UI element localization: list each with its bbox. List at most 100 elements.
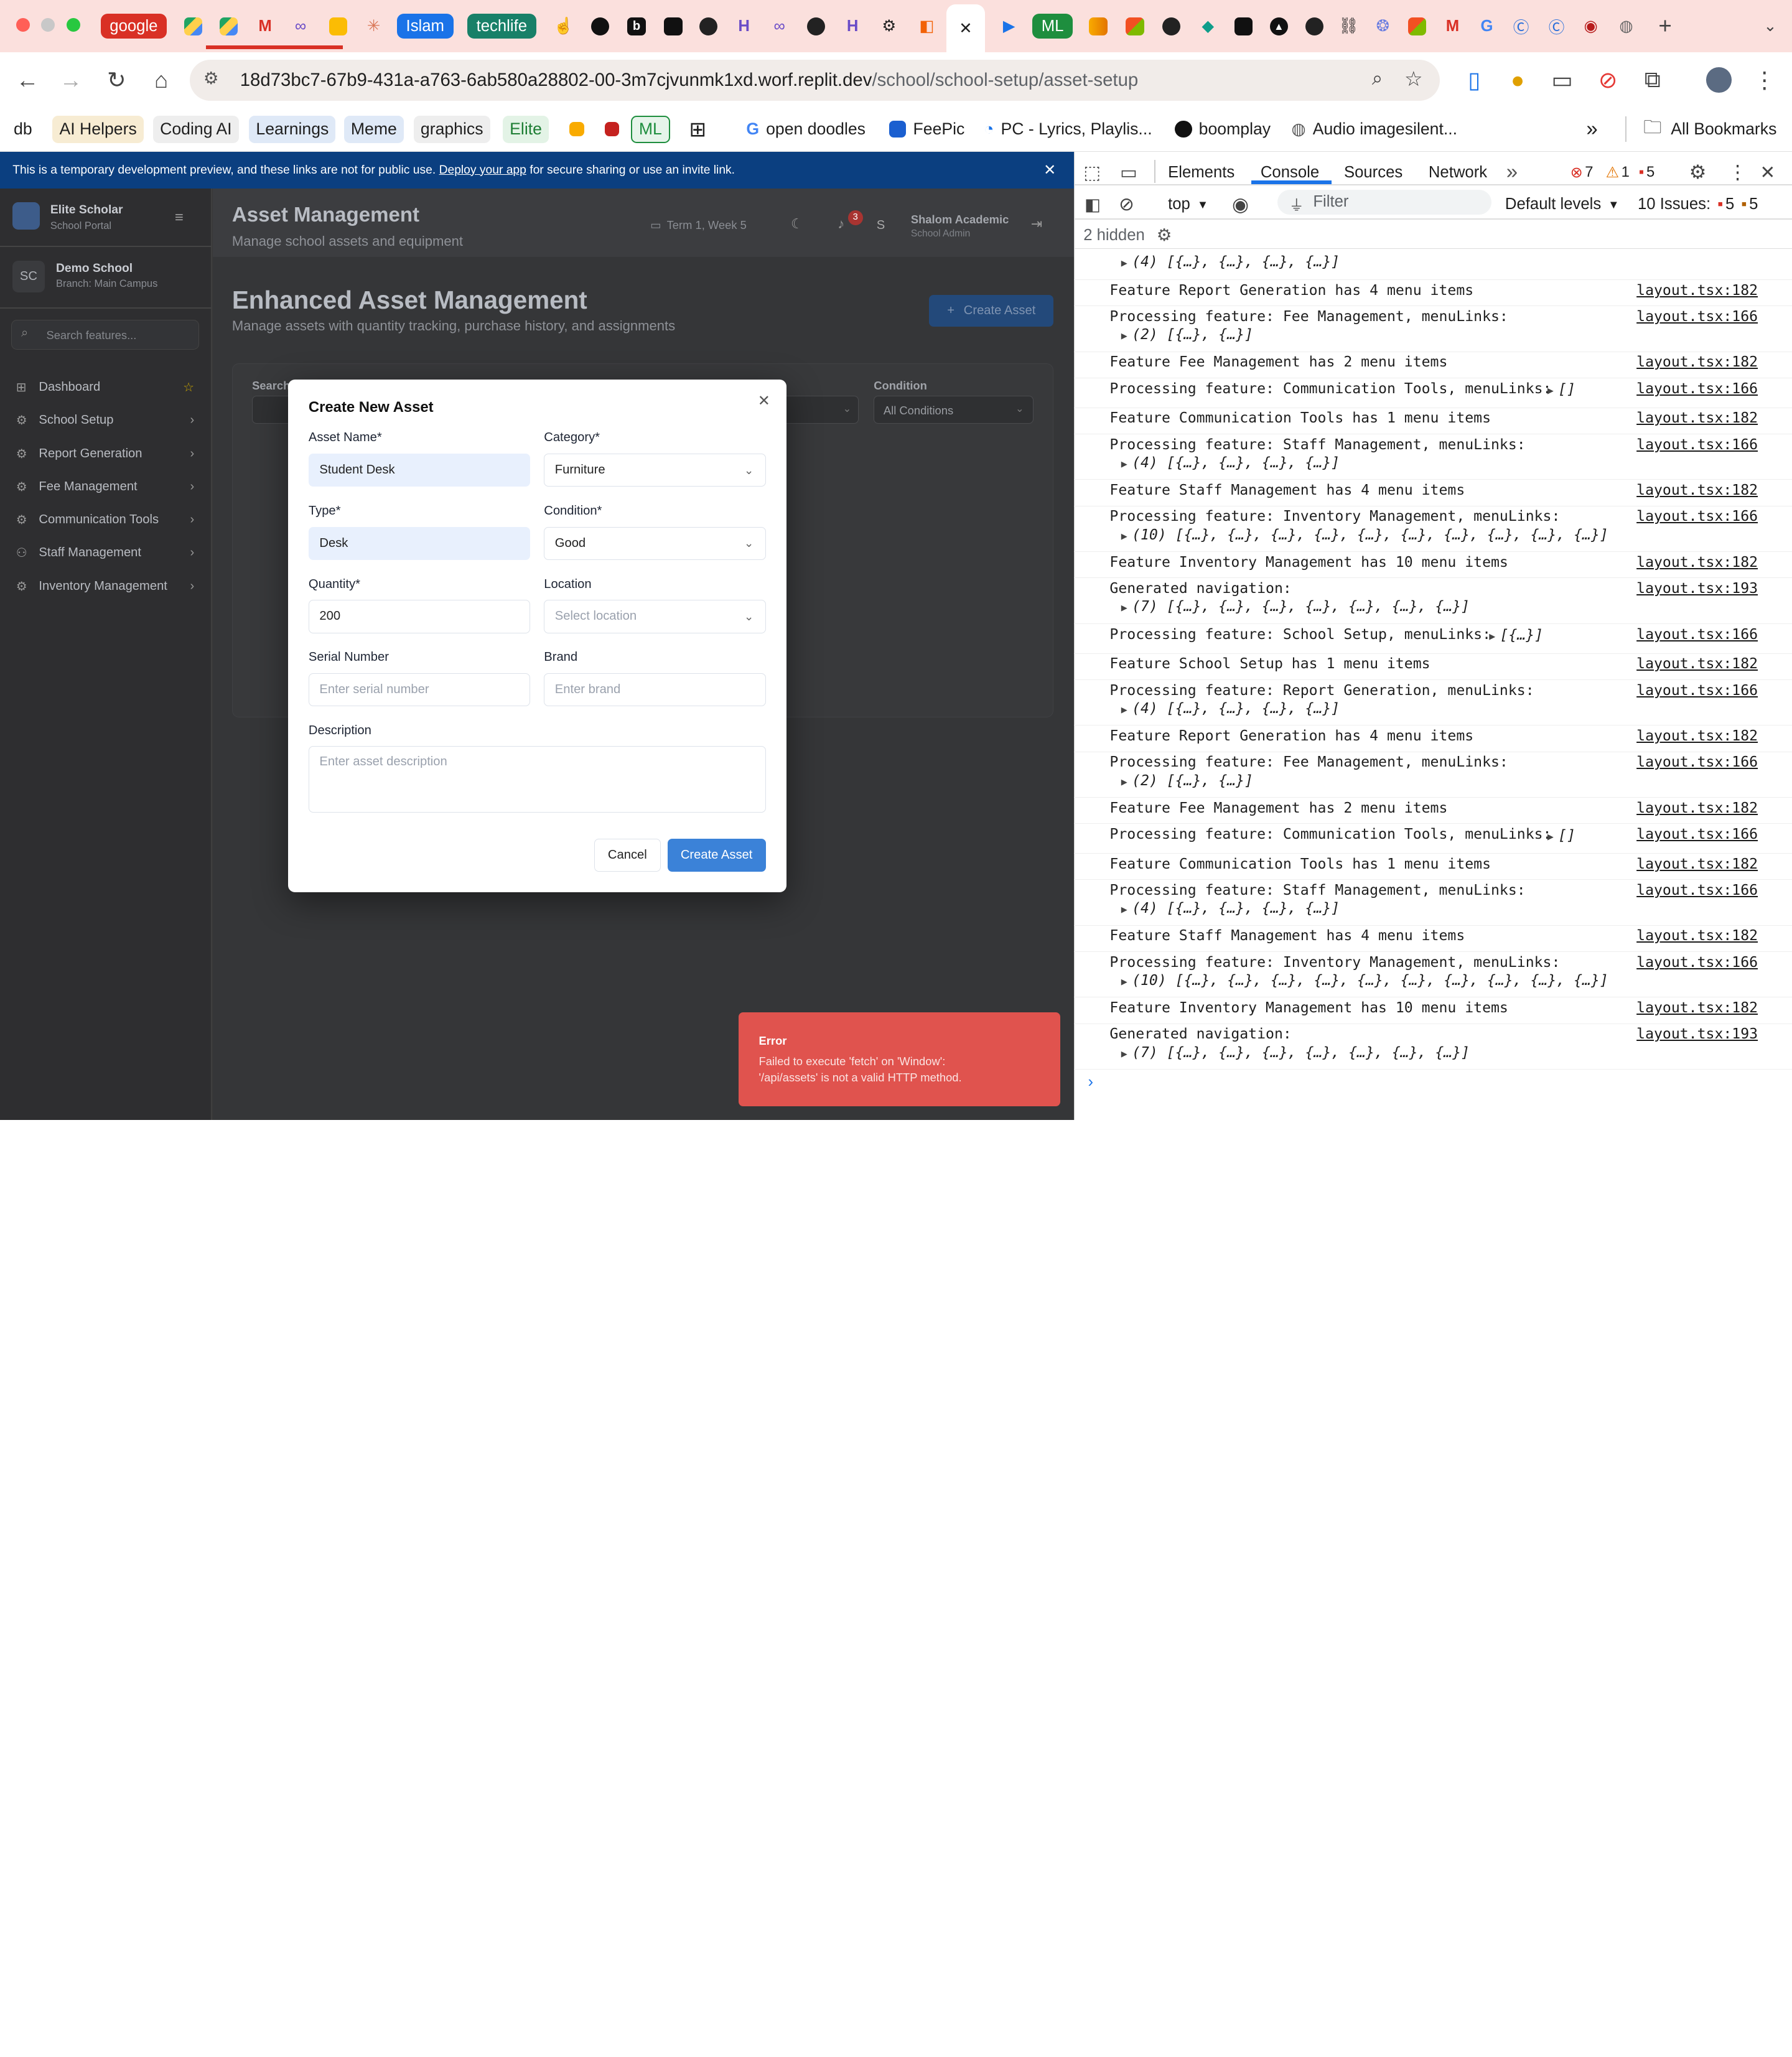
log-object-preview[interactable]: ▶ [] [1547, 381, 1575, 398]
log-source-link[interactable]: layout.tsx:182 [1636, 282, 1758, 299]
dark-mode-toggle[interactable]: ☾ [791, 216, 803, 232]
tab-leaf[interactable] [587, 9, 612, 44]
create-asset-submit-button[interactable]: Create Asset [667, 839, 766, 872]
tab-vercel-2[interactable] [1231, 9, 1256, 44]
tab-replit[interactable]: ◧ [914, 9, 939, 44]
maximize-window-button[interactable] [66, 18, 80, 32]
tab-c1[interactable]: Ⓒ [1508, 9, 1533, 44]
bookmark-db[interactable]: db [7, 116, 39, 143]
condition-select[interactable]: Good ⌄ [544, 526, 766, 560]
log-object-preview[interactable]: ▶ (4) [{…}, {…}, {…}, {…}] [1121, 254, 1340, 270]
bookmark-coding-ai[interactable]: Coding AI [153, 115, 239, 143]
tab-drive-2[interactable] [216, 9, 241, 44]
log-object-preview[interactable]: ▶ (2) [{…}, {…}] [1121, 773, 1253, 789]
description-textarea[interactable]: Enter asset description [308, 746, 766, 813]
sidebar-search[interactable]: ⌕ Search features... [11, 320, 199, 350]
log-source-link[interactable]: layout.tsx:182 [1636, 482, 1758, 498]
tab-hand[interactable]: ☝ [551, 9, 576, 44]
bookmark-meme[interactable]: Meme [343, 115, 404, 143]
address-bar[interactable]: ⚙ 18d73bc7-67b9-431a-a763-6ab580a28802-0… [189, 59, 1440, 101]
bookmarks-overflow-button[interactable]: » [1579, 116, 1604, 143]
tab-keep[interactable] [325, 9, 350, 44]
tab-network[interactable]: Network [1429, 159, 1487, 186]
tab-gmail[interactable]: M [253, 9, 278, 44]
log-source-link[interactable]: layout.tsx:182 [1636, 354, 1758, 370]
profile-button[interactable] [1705, 67, 1732, 94]
log-source-link[interactable]: layout.tsx:166 [1636, 627, 1758, 643]
log-source-link[interactable]: layout.tsx:193 [1636, 1026, 1758, 1042]
tab-swirl[interactable]: ❂ [1370, 9, 1395, 44]
tab-diamond[interactable]: ◆ [1195, 9, 1220, 44]
tab-elements[interactable]: Elements [1168, 159, 1234, 186]
tab-claude[interactable]: ✳ [361, 9, 386, 44]
bookmark-learnings[interactable]: Learnings [249, 115, 336, 143]
log-source-link[interactable]: layout.tsx:166 [1636, 882, 1758, 898]
log-source-link[interactable]: layout.tsx:182 [1636, 410, 1758, 426]
log-object-preview[interactable]: ▶ (7) [{…}, {…}, {…}, {…}, {…}, {…}, {…}] [1121, 1045, 1470, 1061]
type-input[interactable]: Desk [308, 526, 531, 560]
tab-globe[interactable]: ◍ [1613, 9, 1638, 44]
tab-gmail-2[interactable]: M [1440, 9, 1465, 44]
forward-button[interactable]: → [57, 67, 85, 94]
log-source-link[interactable]: layout.tsx:193 [1636, 581, 1758, 597]
zoom-icon[interactable]: ⌕ [1372, 67, 1383, 90]
tab-active[interactable]: ✕ [946, 4, 986, 53]
inspect-element-button[interactable]: ⬚ [1083, 159, 1101, 186]
sidebar-item-school-setup[interactable]: ⚙ School Setup › [16, 409, 199, 432]
tab-drive[interactable] [180, 9, 205, 44]
extension-button-3[interactable]: ▭ [1549, 67, 1576, 94]
tab-play[interactable]: ▶ [997, 9, 1022, 44]
log-source-link[interactable]: layout.tsx:166 [1636, 508, 1758, 525]
bookmark-audio[interactable]: ◍ Audio imagesilent... [1284, 116, 1464, 143]
bookmark-yellow[interactable] [562, 116, 591, 143]
apps-button[interactable]: ⊞ [683, 116, 714, 143]
message-count[interactable]: ▪ 5 [1639, 159, 1654, 186]
serial-number-input[interactable]: Enter serial number [308, 673, 531, 707]
log-source-link[interactable]: layout.tsx:182 [1636, 1000, 1758, 1016]
location-select[interactable]: Select location ⌄ [544, 600, 766, 633]
more-tabs-button[interactable]: » [1506, 159, 1518, 186]
deploy-link[interactable]: Deploy your app [439, 164, 526, 177]
all-bookmarks-button[interactable]: 🗀 All Bookmarks [1636, 116, 1783, 143]
close-modal-button[interactable]: ✕ [758, 392, 770, 410]
bookmark-pc-lyrics[interactable]: ◔ PC - Lyrics, Playlis... [977, 116, 1159, 143]
log-source-link[interactable]: layout.tsx:166 [1636, 954, 1758, 971]
cancel-button[interactable]: Cancel [594, 839, 661, 872]
new-tab-button[interactable]: + [1653, 9, 1678, 44]
url-text[interactable]: 18d73bc7-67b9-431a-a763-6ab580a28802-00-… [240, 70, 1139, 91]
tab-openai[interactable]: ⚙ [877, 9, 902, 44]
tab-h[interactable]: H [731, 9, 756, 44]
tab-islam[interactable]: Islam [396, 9, 454, 44]
log-object-preview[interactable]: ▶ [] [1547, 828, 1575, 844]
sidebar-item-report-generation[interactable]: ⚙ Report Generation › [16, 442, 199, 465]
live-expression-button[interactable]: ◉ [1232, 191, 1249, 218]
close-window-button[interactable] [16, 18, 30, 32]
extension-button-4[interactable]: ⊘ [1594, 67, 1622, 94]
tab-h-2[interactable]: H [840, 9, 865, 44]
bookmark-red[interactable] [598, 116, 627, 143]
sidebar-item-communication-tools[interactable]: ⚙ Communication Tools › [16, 508, 199, 531]
bookmark-star-icon[interactable]: ☆ [1404, 67, 1423, 91]
extensions-button[interactable]: ⧉ [1639, 67, 1666, 94]
tab-sources[interactable]: Sources [1344, 159, 1402, 186]
bookmark-elite[interactable]: Elite [503, 115, 549, 143]
log-source-link[interactable]: layout.tsx:182 [1636, 928, 1758, 944]
tab-github-3[interactable] [1159, 9, 1183, 44]
asset-name-input[interactable]: Student Desk [308, 454, 531, 487]
log-source-link[interactable]: layout.tsx:182 [1636, 728, 1758, 744]
tab-b[interactable]: b [624, 9, 649, 44]
chrome-menu-button[interactable]: ⋮ [1751, 67, 1778, 94]
tab-link[interactable]: ⛓ [1336, 9, 1361, 44]
tab-office[interactable] [1122, 9, 1147, 44]
tab-ml[interactable]: ML [1032, 9, 1073, 44]
create-asset-button[interactable]: + Create Asset [929, 294, 1054, 327]
log-source-link[interactable]: layout.tsx:182 [1636, 800, 1758, 816]
tab-search-button[interactable]: ⌄ [1758, 9, 1783, 44]
log-source-link[interactable]: layout.tsx:166 [1636, 381, 1758, 397]
log-object-preview[interactable]: ▶ (4) [{…}, {…}, {…}, {…}] [1121, 701, 1340, 717]
log-levels-select[interactable]: Default levels ▼ [1505, 191, 1619, 218]
tab-github[interactable] [696, 9, 721, 44]
tab-c2[interactable]: Ⓒ [1544, 9, 1569, 44]
bookmark-ml[interactable]: ML [630, 115, 670, 143]
device-toolbar-button[interactable]: ▭ [1120, 159, 1137, 186]
